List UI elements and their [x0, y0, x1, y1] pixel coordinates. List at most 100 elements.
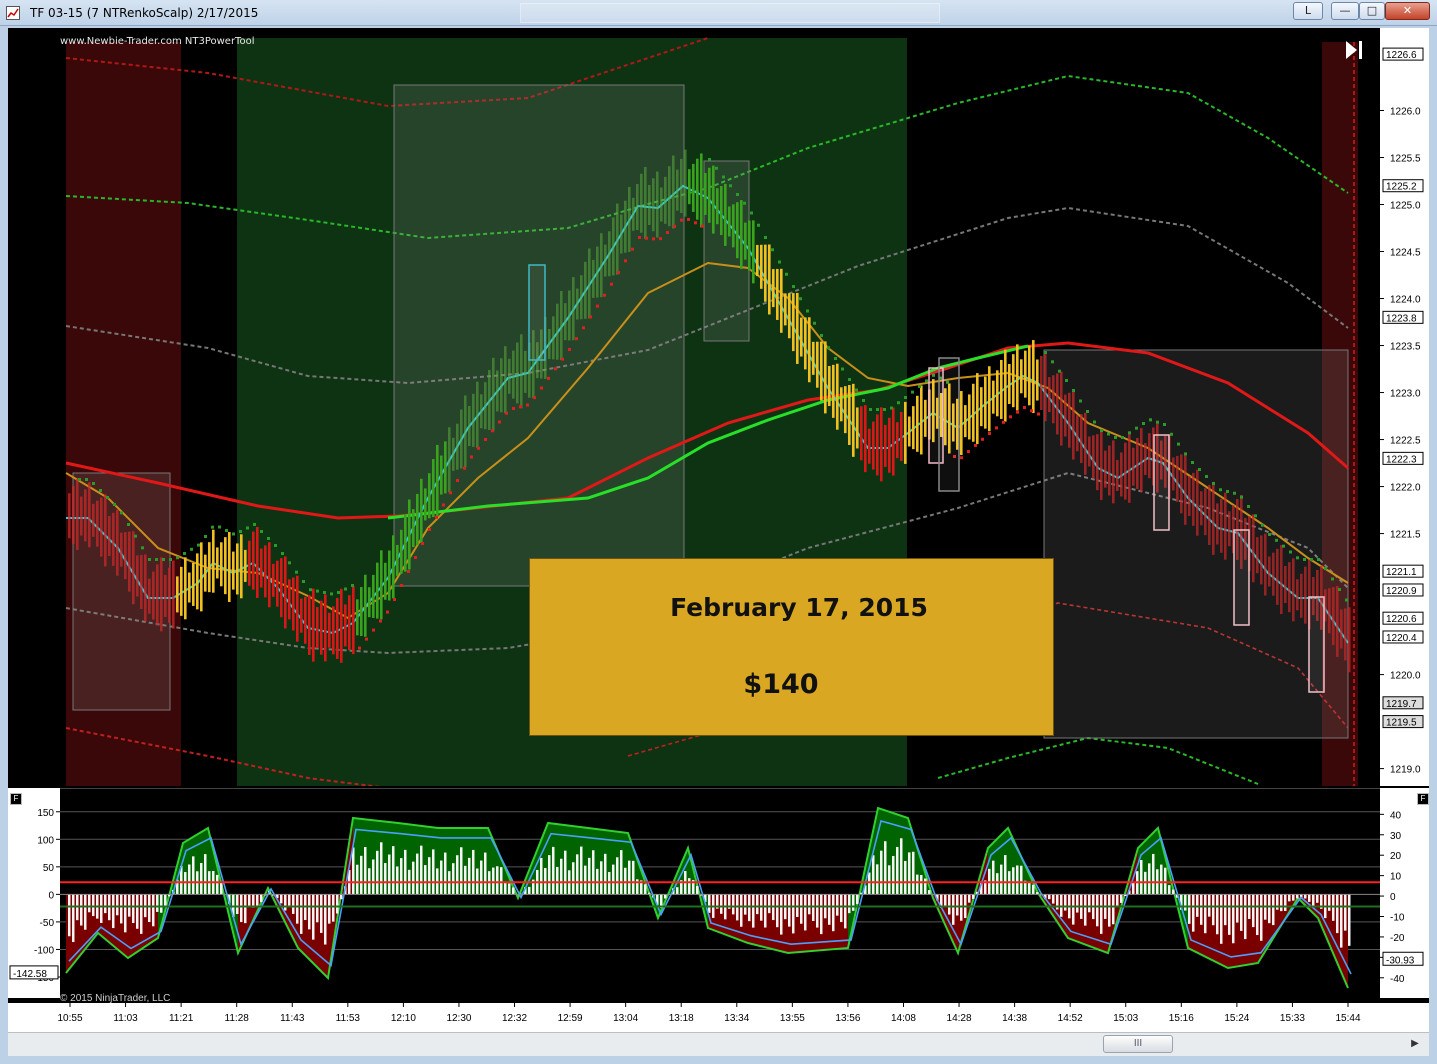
renko-bar — [1136, 437, 1139, 489]
renko-bar — [744, 222, 747, 260]
stop-dot — [988, 432, 991, 435]
stop-dot — [1135, 426, 1138, 430]
renko-bar — [160, 557, 163, 632]
renko-bar — [968, 394, 971, 440]
renko-bar — [1072, 391, 1075, 460]
osc-right-tick-label: -10 — [1390, 912, 1405, 923]
renko-bar — [1328, 588, 1331, 634]
renko-bar — [976, 373, 979, 445]
renko-bar — [132, 531, 135, 605]
histogram-bar — [444, 852, 447, 895]
histogram-bar — [1116, 894, 1119, 907]
renko-bar — [604, 244, 607, 277]
histogram-bar — [812, 894, 815, 921]
histogram-bar — [460, 847, 463, 895]
renko-bar — [1348, 607, 1351, 673]
stop-dot — [1065, 379, 1068, 382]
panel-flag-left[interactable]: F — [10, 793, 22, 805]
oscillator-panel[interactable]: 150100500-50-100-150403020100-10-20-30-4… — [8, 788, 1429, 998]
renko-bar — [664, 176, 667, 224]
renko-bar — [72, 486, 75, 545]
renko-bar — [136, 555, 139, 597]
price-tick-label: 1221.5 — [1390, 530, 1421, 541]
horizontal-scrollbar[interactable]: III ▶ — [8, 1032, 1429, 1056]
renko-bar — [364, 574, 367, 637]
histogram-bar — [236, 894, 239, 914]
renko-bar — [716, 188, 719, 225]
renko-bar — [1224, 492, 1227, 560]
scroll-left-track[interactable] — [8, 1033, 28, 1055]
renko-bar — [920, 385, 923, 455]
price-tick-label: 1224.0 — [1390, 295, 1421, 306]
renko-bar — [484, 382, 487, 430]
histogram-bar — [928, 890, 931, 895]
renko-bar — [1184, 452, 1187, 525]
stop-dot — [330, 592, 333, 596]
histogram-bar — [760, 894, 763, 921]
renko-bar — [700, 153, 703, 228]
histogram-bar — [452, 863, 455, 895]
renko-bar — [460, 409, 463, 469]
renko-bar — [368, 587, 371, 618]
renko-bar — [564, 303, 567, 341]
renko-bar — [1032, 340, 1035, 414]
renko-bar — [648, 185, 651, 225]
renko-bar — [1256, 537, 1259, 574]
histogram-bar — [340, 894, 343, 900]
stop-dot — [246, 526, 249, 530]
histogram-bar — [1052, 894, 1055, 904]
histogram-bar — [280, 894, 283, 904]
scrollbar-thumb[interactable]: III — [1103, 1035, 1173, 1053]
title-bar[interactable]: TF 03-15 (7 NTRenkoScalp) 2/17/2015 L — … — [0, 0, 1437, 26]
renko-bar — [168, 567, 171, 623]
renko-bar — [900, 412, 903, 462]
scroll-right-arrow-icon[interactable]: ▶ — [1407, 1036, 1423, 1052]
histogram-bar — [868, 872, 871, 895]
stop-dot — [365, 637, 368, 641]
histogram-bar — [508, 883, 511, 895]
histogram-bar — [1280, 894, 1283, 912]
renko-bar — [280, 558, 283, 618]
histogram-bar — [240, 894, 243, 923]
renko-bar — [772, 269, 775, 308]
histogram-bar — [1340, 894, 1343, 948]
renko-bar — [752, 220, 755, 284]
renko-bar — [748, 220, 751, 271]
stop-dot — [736, 193, 739, 196]
renko-bar — [964, 405, 967, 438]
renko-bar — [176, 576, 179, 613]
renko-bar — [1132, 447, 1135, 486]
chart-window: TF 03-15 (7 NTRenkoScalp) 2/17/2015 L — … — [0, 0, 1437, 1064]
renko-bar — [1044, 354, 1047, 422]
stop-dot — [225, 529, 228, 532]
stop-dot — [1303, 558, 1306, 561]
histogram-bar — [88, 894, 91, 913]
close-button[interactable]: ✕ — [1385, 2, 1430, 20]
histogram-bar — [1232, 894, 1235, 944]
histogram-bar — [484, 852, 487, 895]
stop-dot — [407, 570, 410, 573]
histogram-bar — [188, 864, 191, 895]
stop-dot — [1023, 406, 1026, 409]
stop-dot — [442, 503, 445, 507]
stop-dot — [1002, 420, 1005, 424]
renko-bar — [316, 607, 319, 649]
renko-bar — [220, 542, 223, 587]
histogram-bar — [1132, 882, 1135, 895]
panel-flag-right[interactable]: F — [1417, 793, 1429, 805]
histogram-bar — [916, 874, 919, 895]
histogram-bar — [376, 850, 379, 895]
renko-bar — [1016, 344, 1019, 411]
stop-dot — [358, 646, 361, 650]
layout-l-button[interactable]: L — [1293, 2, 1323, 20]
stop-dot — [540, 386, 543, 390]
histogram-bar — [820, 894, 823, 935]
renko-bar — [1020, 359, 1023, 394]
minimize-button[interactable]: — — [1331, 2, 1359, 20]
histogram-bar — [872, 855, 875, 895]
stop-dot — [344, 587, 347, 591]
renko-bar — [640, 173, 643, 233]
maximize-button[interactable]: □ — [1359, 2, 1385, 20]
renko-bar — [268, 542, 271, 608]
histogram-bar — [604, 853, 607, 895]
